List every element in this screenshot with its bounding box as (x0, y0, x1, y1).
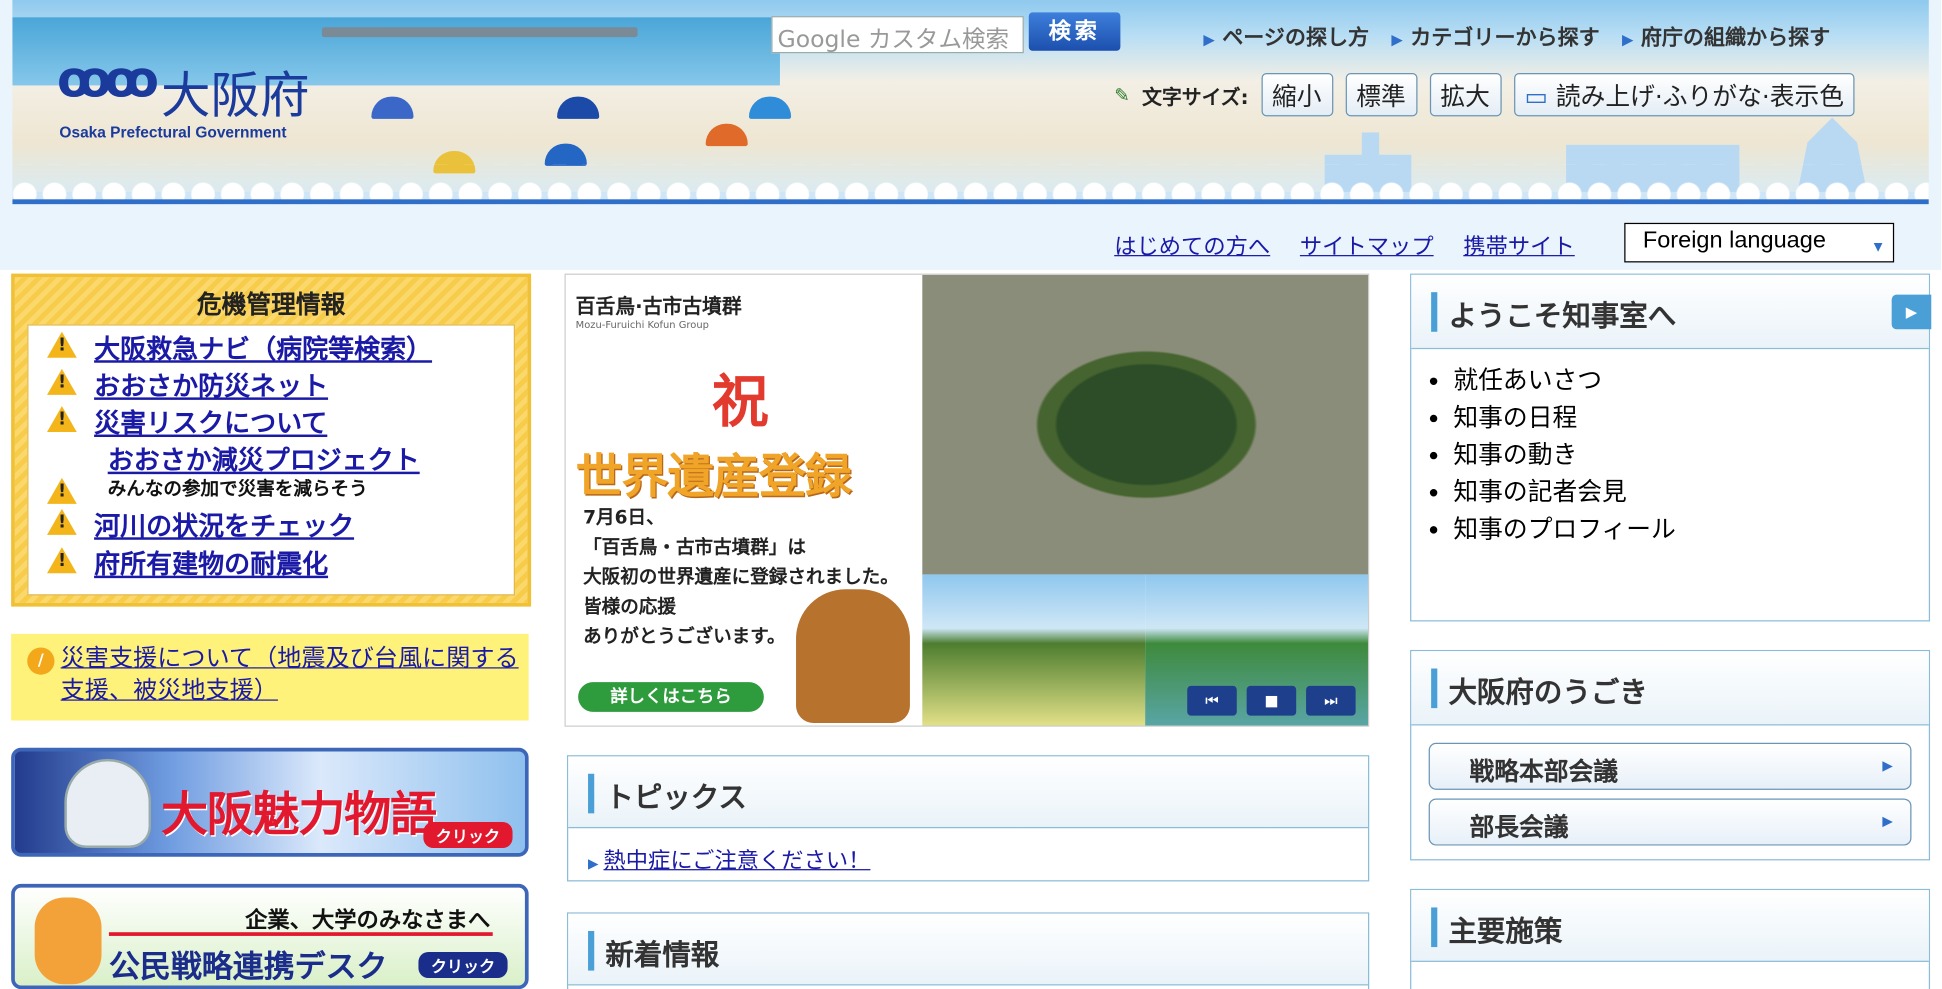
kofun-aerial-photo (922, 274, 1368, 575)
monitor-icon: ▭ (1524, 81, 1549, 112)
font-size-label: 文字サイズ: (1142, 84, 1249, 109)
header: ꝏꝏ 大阪府 Osaka Prefectural Government Goog… (0, 0, 1942, 270)
pencil-icon: ✎ (1114, 83, 1130, 106)
slide-stop-button[interactable]: ■ (1246, 685, 1297, 716)
topics-link-heatstroke[interactable]: 熱中症にご注意ください！ (603, 848, 870, 874)
banner-click-label: クリック (423, 822, 513, 849)
news-title: 新着情報 (605, 939, 720, 972)
sub-navigation: はじめての方へ サイトマップ 携帯サイト (1114, 229, 1575, 261)
logo-english: Osaka Prefectural Government (59, 123, 287, 142)
governor-item-activities[interactable]: 知事の動き (1453, 436, 1675, 473)
page: ꝏꝏ 大阪府 Osaka Prefectural Government Goog… (0, 0, 1942, 989)
nav-organization[interactable]: ▶ 府庁の組織から探す (1622, 20, 1830, 51)
link-first-time[interactable]: はじめての方へ (1114, 229, 1270, 261)
hero-slideshow[interactable]: 百舌鳥·古市古墳群 Mozu-Furuichi Kofun Group 祝 世界遺… (564, 273, 1370, 727)
osaka-miryoku-banner[interactable]: 大阪魅力物語 クリック (11, 747, 529, 857)
arrow-right-icon: ▶ (1882, 757, 1893, 774)
policies-panel: 主要施策 (1410, 888, 1931, 989)
disaster-support-link[interactable]: 災害支援について（地震及び台風に関する支援、被災地支援） (61, 644, 519, 705)
statue-illustration-icon (64, 758, 152, 849)
slide-text-panel: 百舌鳥·古市古墳群 Mozu-Furuichi Kofun Group 祝 世界遺… (565, 274, 923, 726)
nav-page-search[interactable]: ▶ ページの探し方 (1203, 20, 1369, 51)
arrow-right-icon: ▶ (1203, 30, 1215, 49)
banner-title: 大阪魅力物語 (160, 786, 437, 842)
slide-headline: 世界遺産登録 (575, 449, 852, 504)
info-pencil-icon: / (27, 647, 55, 675)
arrow-right-icon: ▶ (1391, 30, 1403, 49)
banner-subtitle: 企業、大学のみなさまへ (245, 907, 491, 934)
governor-item-greeting[interactable]: 就任あいさつ (1453, 361, 1675, 398)
slide-celebration: 祝 (711, 367, 769, 435)
warning-icon (47, 508, 77, 536)
governor-item-profile[interactable]: 知事のプロフィール (1453, 510, 1675, 547)
slide-detail-button[interactable]: 詳しくはこちら (578, 682, 764, 712)
prefecture-emblem-icon: ꝏꝏ (56, 51, 159, 109)
font-larger-button[interactable]: 拡大 (1429, 73, 1502, 117)
policies-title: 主要施策 (1448, 916, 1563, 949)
disaster-support-box: / 災害支援について（地震及び台風に関する支援、被災地支援） (11, 633, 529, 721)
crisis-management-box: 危機管理情報 大阪救急ナビ（病院等検索） おおさか防災ネット 災害リスクについて… (11, 273, 532, 607)
topics-panel: トピックス ▶ 熱中症にご注意ください！ (567, 755, 1370, 882)
governor-list: 就任あいさつ 知事の日程 知事の動き 知事の記者会見 知事のプロフィール (1453, 361, 1675, 547)
search-input[interactable]: Google カスタム検索 (771, 16, 1024, 54)
crisis-link-disaster-risk[interactable]: 災害リスクについて (94, 404, 327, 441)
warning-icon (47, 477, 77, 505)
slide-next-button[interactable]: ⏭ (1306, 685, 1356, 716)
search-button[interactable]: 検索 (1028, 12, 1121, 51)
arrow-right-icon[interactable]: ▶ (1891, 294, 1932, 330)
link-mobile[interactable]: 携帯サイト (1463, 229, 1574, 261)
warning-icon (47, 331, 77, 359)
governor-item-schedule[interactable]: 知事の日程 (1453, 399, 1675, 436)
banner-title: 公民戦略連携デスク (108, 948, 388, 985)
crisis-link-earthquake-resistance[interactable]: 府所有建物の耐震化 (94, 545, 328, 582)
arrow-right-icon: ▶ (588, 855, 599, 872)
slide-prev-button[interactable]: ⏮ (1187, 685, 1237, 716)
osaka-logo[interactable]: ꝏꝏ 大阪府 Osaka Prefectural Government (54, 50, 326, 149)
director-meeting-button[interactable]: 部長会議 ▶ (1428, 798, 1912, 846)
crisis-sub-note: みんなの参加で災害を減らそう (107, 477, 368, 501)
banner-click-label: クリック (418, 952, 508, 979)
slide-site-logo: 百舌鳥·古市古墳群 Mozu-Furuichi Kofun Group (575, 294, 742, 331)
topics-title: トピックス (605, 782, 747, 815)
font-size-controls: ✎ 文字サイズ: 縮小 標準 拡大 ▭ 読み上げ·ふりがな·表示色 (1114, 73, 1856, 117)
font-smaller-button[interactable]: 縮小 (1260, 73, 1333, 117)
governor-panel: ようこそ知事室へ ▶ 就任あいさつ 知事の日程 知事の動き 知事の記者会見 知事… (1410, 273, 1932, 622)
governor-item-press[interactable]: 知事の記者会見 (1453, 473, 1675, 510)
arrow-right-icon: ▶ (1621, 30, 1634, 49)
movements-title: 大阪府のうごき (1448, 677, 1648, 710)
public-private-desk-banner[interactable]: 企業、大学のみなさまへ 公民戦略連携デスク クリック (11, 883, 529, 989)
movements-panel: 大阪府のうごき 戦略本部会議 ▶ 部長会議 ▶ (1410, 649, 1931, 861)
crisis-link-emergency-navi[interactable]: 大阪救急ナビ（病院等検索） (94, 329, 432, 366)
crisis-link-river-status[interactable]: 河川の状況をチェック (94, 506, 354, 543)
strategy-meeting-button[interactable]: 戦略本部会議 ▶ (1428, 742, 1912, 790)
kofun-photo-1 (922, 574, 1146, 726)
mozuyan-mascot-icon (796, 589, 910, 723)
governor-title: ようこそ知事室へ (1448, 300, 1677, 334)
link-sitemap[interactable]: サイトマップ (1300, 229, 1434, 261)
crisis-title: 危機管理情報 (196, 289, 346, 320)
top-navigation: ▶ ページの探し方 ▶ カテゴリーから探す ▶ 府庁の組織から探す (1203, 20, 1830, 51)
language-select[interactable]: Foreign language ▼ (1624, 222, 1895, 263)
font-normal-button[interactable]: 標準 (1345, 73, 1417, 117)
logo-title: 大阪府 (160, 68, 310, 126)
nav-category[interactable]: ▶ カテゴリーから探す (1391, 20, 1599, 51)
mascot-illustration-icon (34, 897, 102, 985)
topics-item: ▶ 熱中症にご注意ください！ (588, 843, 870, 875)
warning-icon (47, 547, 77, 574)
chevron-down-icon: ▼ (1870, 237, 1886, 256)
news-panel: 新着情報 (567, 912, 1370, 989)
crisis-link-bousai-net[interactable]: おおさか防災ネット (94, 366, 328, 403)
arrow-right-icon: ▶ (1882, 813, 1893, 830)
accessibility-button[interactable]: ▭ 読み上げ·ふりがな·表示色 (1513, 73, 1856, 117)
warning-icon (47, 406, 77, 433)
crisis-link-gensai-project[interactable]: おおさか減災プロジェクト (108, 441, 420, 478)
warning-icon (47, 368, 77, 396)
